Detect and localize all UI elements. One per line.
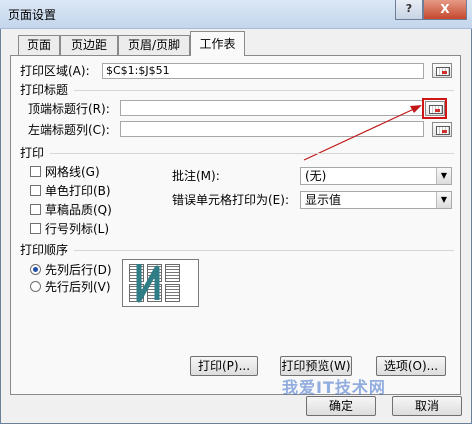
row-col-headings-checkbox[interactable]	[30, 223, 41, 234]
print-divider	[50, 153, 454, 154]
print-preview-button[interactable]: 打印预览(W)	[280, 356, 352, 376]
ok-button[interactable]: 确定	[306, 396, 376, 416]
row-col-headings-label: 行号列标(L)	[45, 222, 110, 236]
draft-quality-checkbox[interactable]	[30, 204, 41, 215]
monochrome-checkbox[interactable]	[30, 185, 41, 196]
page-order-arrow-icon	[136, 264, 160, 303]
over-then-down-radio[interactable]	[30, 281, 41, 292]
comments-select[interactable]: (无) ▼	[300, 167, 452, 185]
cell-errors-select[interactable]: 显示值 ▼	[300, 191, 452, 209]
down-then-over-label: 先列后行(D)	[45, 263, 112, 277]
page-order-heading: 打印顺序	[20, 243, 69, 257]
chevron-down-icon[interactable]: ▼	[436, 192, 451, 208]
draft-quality-label: 草稿品质(Q)	[45, 203, 112, 217]
comments-label: 批注(M):	[172, 169, 220, 183]
cancel-button[interactable]: 取消	[392, 396, 462, 416]
gridlines-label: 网格线(G)	[45, 165, 100, 179]
comments-selected-value: (无)	[305, 169, 327, 183]
page-order-preview-icon	[122, 259, 199, 307]
cell-errors-selected-value: 显示值	[305, 193, 342, 207]
print-section-heading: 打印	[20, 146, 45, 160]
cell-errors-label: 错误单元格打印为(E):	[172, 193, 289, 207]
tab-sheet[interactable]: 工作表	[190, 31, 245, 56]
down-then-over-radio[interactable]	[30, 264, 41, 275]
print-button[interactable]: 打印(P)...	[190, 356, 258, 376]
gridlines-checkbox[interactable]	[30, 166, 41, 177]
monochrome-label: 单色打印(B)	[45, 184, 111, 198]
chevron-down-icon[interactable]: ▼	[436, 168, 451, 184]
site-watermark: 我爱IT技术网	[282, 378, 386, 397]
over-then-down-label: 先行后列(V)	[45, 280, 111, 294]
options-button[interactable]: 选项(O)...	[376, 356, 446, 376]
page-order-divider	[74, 250, 454, 251]
